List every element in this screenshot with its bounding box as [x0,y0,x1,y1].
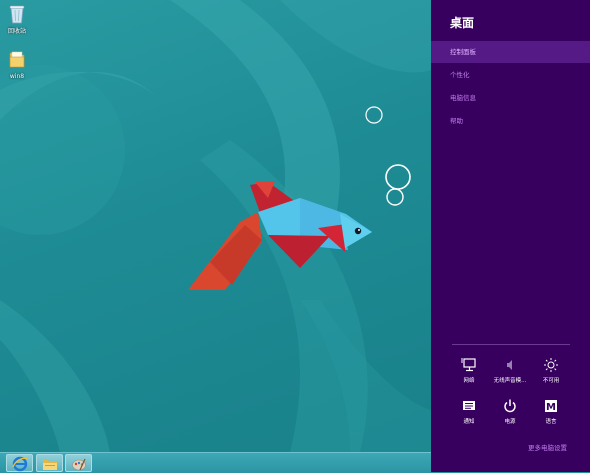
tile-label: 通知 [463,419,475,425]
tile-label: 电源 [504,419,516,425]
betta-fish [188,181,372,290]
power-icon [502,398,518,414]
tile-network[interactable]: 网络 [447,357,491,384]
tile-label: 不可用 [542,378,560,384]
more-pc-settings-link[interactable]: 更多电脑设置 [528,442,567,452]
charm-link-pc-info[interactable]: 电脑信息 [431,87,590,109]
speaker-icon [502,357,518,373]
charm-divider [452,344,570,345]
charm-link-control-panel[interactable]: 控制面板 [431,41,590,63]
bubbles [365,106,411,206]
taskbar-button-internet-explorer[interactable] [6,454,33,472]
taskbar-button-file-explorer[interactable] [36,454,63,472]
folder-icon [0,49,34,72]
tile-label: 无线声音模... [493,378,527,384]
tile-notifications[interactable]: 通知 [447,398,491,425]
tile-brightness[interactable]: 不可用 [529,357,573,384]
tile-label: 语言 [545,419,557,425]
recycle-bin-icon [0,4,34,27]
tile-power[interactable]: 电源 [488,398,532,425]
tile-language[interactable]: M 语言 [529,398,573,425]
desktop-icon-label: win8 [9,73,25,80]
taskbar-button-paint[interactable] [65,454,92,472]
charm-link-personalization[interactable]: 个性化 [431,64,590,86]
desktop-area[interactable]: 回收站 win8 [0,0,431,452]
desktop-icon-label: 回收站 [7,28,26,35]
brightness-icon [543,357,559,373]
tile-label: 网络 [463,378,475,384]
taskbar[interactable] [0,452,431,473]
settings-charm: 桌面 控制面板 个性化 电脑信息 帮助 网络 无线声音模... 不可用 通知 电… [431,0,590,472]
desktop-icon-win8-folder[interactable]: win8 [0,49,34,81]
charm-link-help[interactable]: 帮助 [431,110,590,132]
charm-title: 桌面 [450,16,475,30]
desktop-icon-recycle-bin[interactable]: 回收站 [0,4,34,36]
language-glyph: M [546,402,556,413]
notifications-icon [461,398,477,414]
tile-volume[interactable]: 无线声音模... [488,357,532,384]
network-icon [461,357,477,373]
language-icon: M [543,398,559,414]
wallpaper [0,0,431,452]
